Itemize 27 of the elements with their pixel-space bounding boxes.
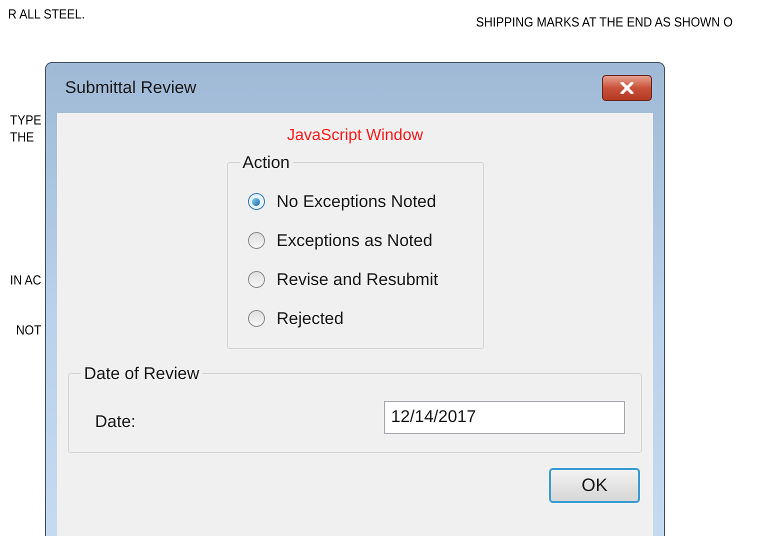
option-label: Rejected — [276, 308, 344, 328]
group-label: Action — [242, 152, 291, 174]
date-label: Date: — [95, 410, 136, 432]
dialog-heading: JavaScript Window — [286, 126, 424, 146]
radio-button[interactable] — [248, 310, 264, 327]
radio-button[interactable] — [248, 271, 264, 288]
drawing-note: SHIPPING MARKS AT THE END AS SHOWN O — [476, 15, 733, 29]
drawing-note: THE — [10, 130, 34, 144]
radio-button[interactable] — [248, 193, 264, 210]
option-label: Exceptions as Noted — [276, 230, 432, 250]
close-button[interactable] — [602, 75, 652, 101]
radio-button[interactable] — [248, 232, 264, 249]
drawing-note: NOT — [16, 323, 42, 337]
option-label: No Exceptions Noted — [276, 192, 436, 212]
option-label: Revise and Resubmit — [276, 270, 438, 290]
radio-option[interactable]: Exceptions as Noted — [248, 230, 462, 250]
drawing-note: IN AC — [10, 273, 42, 287]
group-label: Date of Review — [83, 363, 200, 385]
radio-option[interactable]: No Exceptions Noted — [248, 192, 462, 212]
ok-button[interactable]: OK — [549, 468, 640, 503]
date-field[interactable]: 12/14/2017 — [384, 400, 625, 434]
drawing-note: R ALL STEEL. — [8, 7, 85, 21]
window-title: Submittal Review — [65, 77, 196, 100]
close-icon — [620, 82, 634, 94]
radio-option[interactable]: Rejected — [248, 308, 462, 328]
radio-option[interactable]: Revise and Resubmit — [248, 270, 462, 290]
drawing-note: TYPE — [10, 113, 42, 127]
